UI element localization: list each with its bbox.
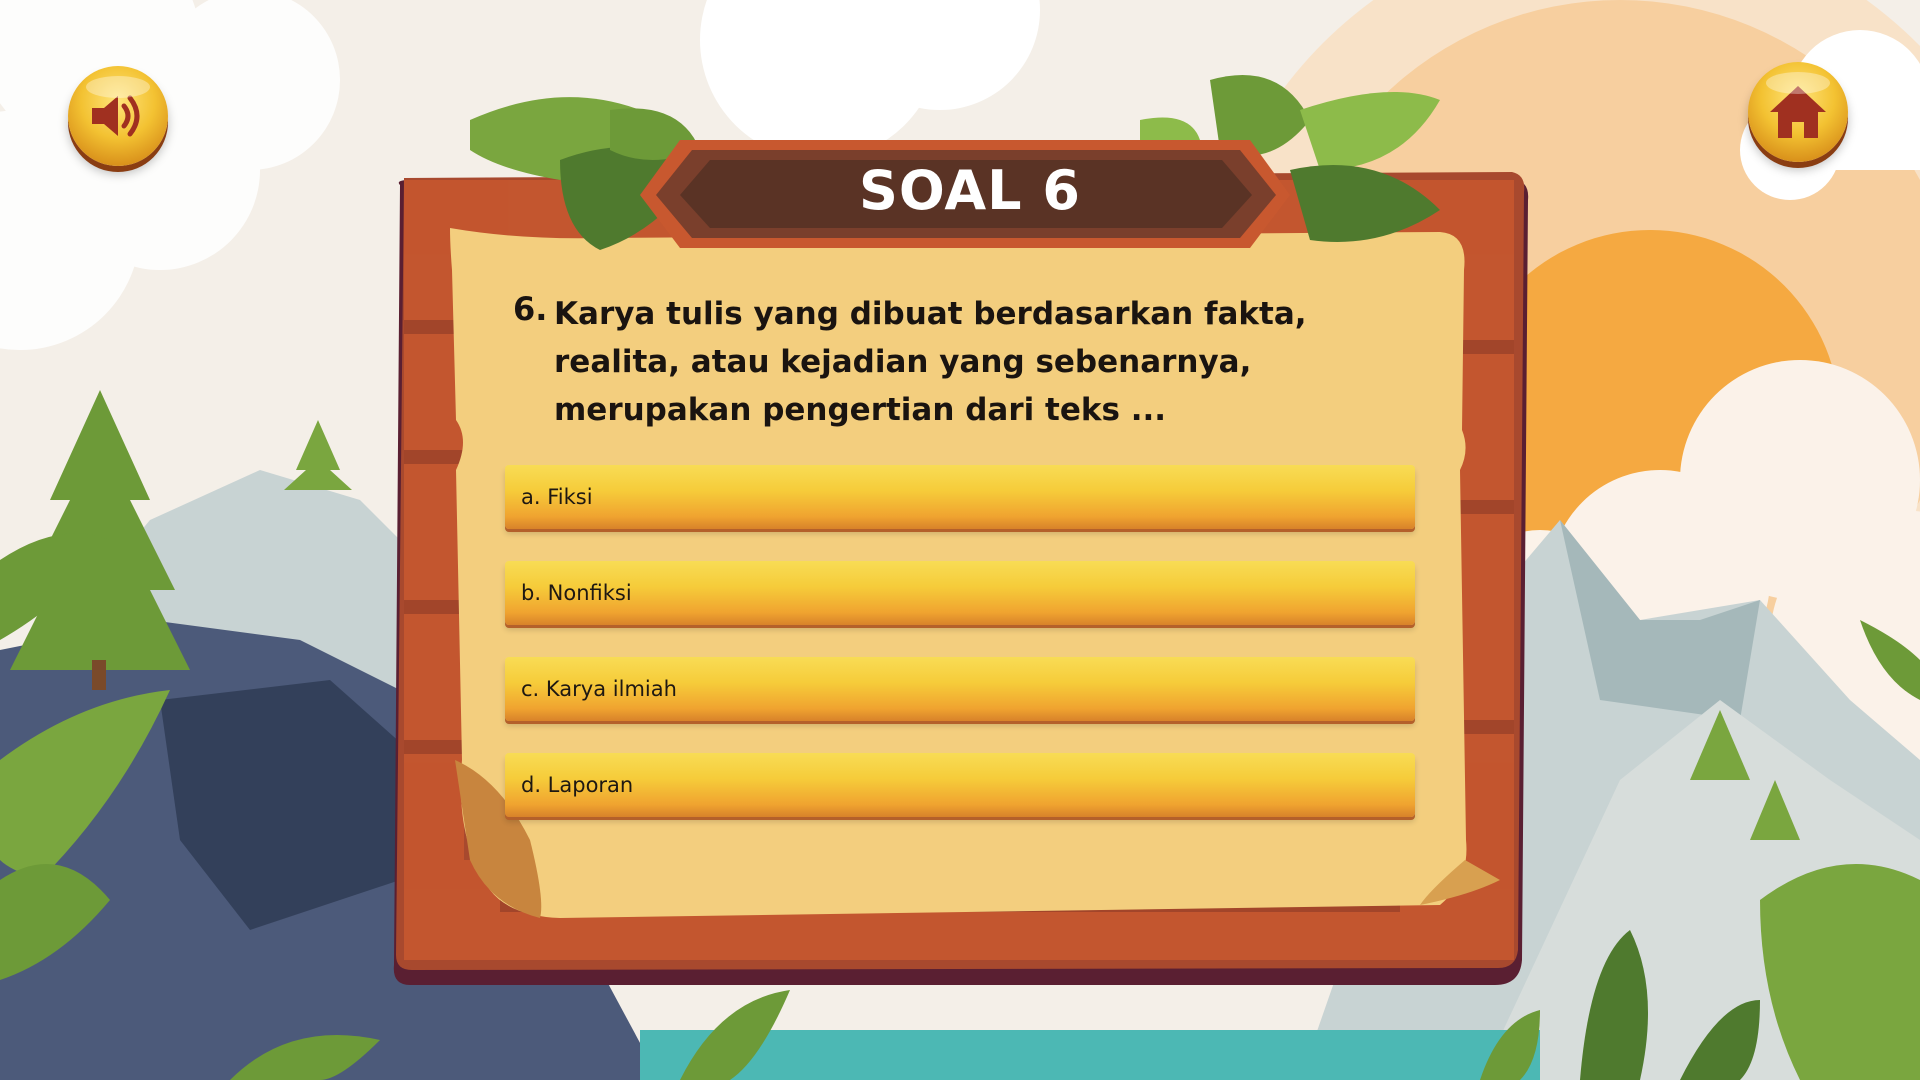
home-icon: [1770, 86, 1826, 138]
water: [640, 1030, 1540, 1080]
question-number: 6.: [513, 290, 548, 328]
answer-option-a[interactable]: a. Fiksi: [505, 465, 1415, 529]
answer-option-d[interactable]: d. Laporan: [505, 753, 1415, 817]
sound-button[interactable]: [68, 66, 168, 166]
answer-option-c[interactable]: c. Karya ilmiah: [505, 657, 1415, 721]
question-title: SOAL 6: [859, 158, 1081, 222]
answer-option-b[interactable]: b. Nonfiksi: [505, 561, 1415, 625]
question-text: Karya tulis yang dibuat berdasarkan fakt…: [554, 296, 1307, 428]
speaker-icon: [92, 95, 140, 137]
home-button[interactable]: [1748, 62, 1848, 162]
